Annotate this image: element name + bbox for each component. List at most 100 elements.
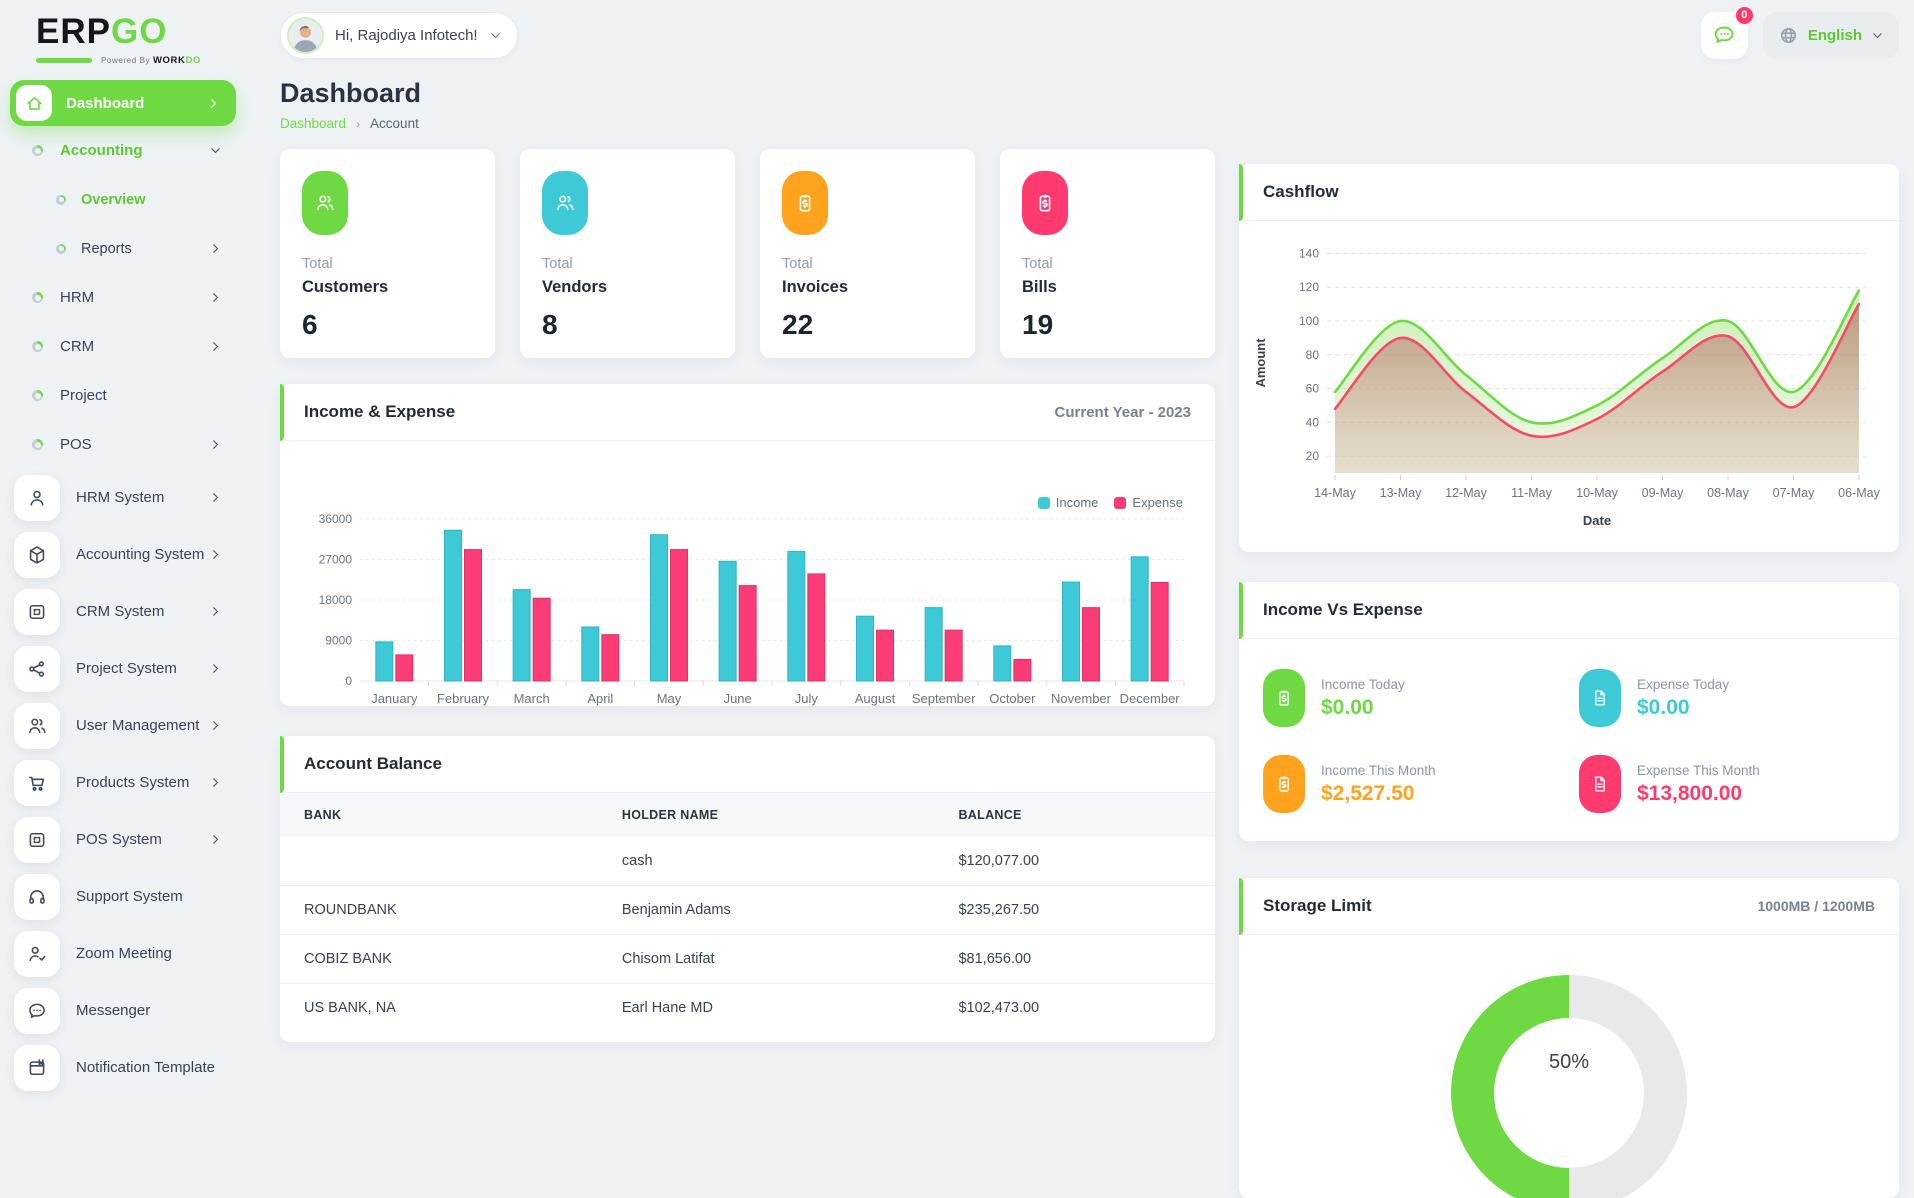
sidebar-item-accounting-system[interactable]: Accounting System (0, 526, 246, 583)
svg-text:08-May: 08-May (1707, 486, 1749, 500)
stat-card-bills: Total Bills 19 (1000, 149, 1215, 358)
chevron-down-icon (1871, 29, 1884, 42)
bar-income-july[interactable] (787, 550, 806, 682)
bar-expense-april[interactable] (601, 634, 620, 682)
bar-income-august[interactable] (856, 615, 874, 682)
bar-expense-may[interactable] (670, 549, 688, 682)
sidebar-item-support-system[interactable]: Support System (0, 868, 246, 925)
table-cell-bank: COBIZ BANK (280, 934, 598, 984)
bar-income-january[interactable] (375, 641, 394, 682)
sidebar-item-label: Project (60, 387, 107, 404)
logo-text: ERPGO (36, 12, 168, 51)
legend-item-income[interactable]: Income (1037, 495, 1099, 510)
sidebar-item-crm[interactable]: CRM (0, 322, 246, 371)
bar-income-june[interactable] (718, 560, 737, 682)
bar-expense-june[interactable] (738, 585, 757, 682)
sidebar-item-pos-system[interactable]: POS System (0, 811, 246, 868)
cashflow-title: Cashflow (1263, 182, 1339, 201)
language-selector[interactable]: English (1762, 11, 1899, 59)
sidebar-item-project[interactable]: Project (0, 371, 246, 420)
svg-text:100: 100 (1299, 314, 1319, 328)
sidebar-item-hrm-system[interactable]: HRM System (0, 469, 246, 526)
table-cell-holder: Chisom Latifat (597, 934, 935, 984)
bar-income-september[interactable] (924, 607, 943, 682)
ive-value: $2,527.50 (1321, 781, 1415, 805)
breadcrumb-dashboard-link[interactable]: Dashboard (280, 116, 346, 131)
ive-label: Income This Month (1321, 762, 1436, 778)
chevron-right-icon (209, 438, 222, 451)
bar-expense-july[interactable] (807, 573, 826, 682)
sidebar-item-messenger[interactable]: Messenger (0, 982, 246, 1039)
bar-income-may[interactable] (650, 534, 668, 682)
svg-text:August: August (855, 691, 896, 706)
legend-label: Income (1055, 495, 1099, 510)
sidebar-item-notification-template[interactable]: Notification Template (0, 1039, 246, 1096)
bar-income-april[interactable] (581, 626, 600, 682)
sidebar-item-label: User Management (76, 717, 200, 734)
user-avatar (287, 16, 324, 54)
bar-expense-march[interactable] (532, 597, 551, 682)
svg-text:April: April (587, 691, 613, 706)
bar-expense-february[interactable] (464, 549, 482, 682)
bar-expense-november[interactable] (1082, 607, 1100, 682)
sidebar-item-crm-system[interactable]: CRM System (0, 583, 246, 640)
sidebar-item-products-system[interactable]: Products System (0, 754, 246, 811)
svg-text:07-May: 07-May (1773, 486, 1815, 500)
bar-income-december[interactable] (1130, 556, 1149, 682)
bar-expense-august[interactable] (876, 629, 894, 682)
appwindow-icon (14, 816, 60, 863)
bar-expense-december[interactable] (1150, 581, 1169, 682)
users-icon (302, 171, 348, 235)
svg-text:80: 80 (1306, 348, 1320, 362)
bullet-ring-icon (32, 439, 43, 450)
user-menu-button[interactable]: Hi, Rajodiya Infotech! (280, 11, 518, 59)
bar-expense-october[interactable] (1013, 658, 1032, 682)
sidebar-item-project-system[interactable]: Project System (0, 640, 246, 697)
chart-legend: Income Expense (1037, 495, 1183, 510)
sidebar-item-dashboard[interactable]: Dashboard (10, 80, 236, 126)
stat-card-invoices: Total Invoices 22 (760, 149, 975, 358)
sidebar-item-reports[interactable]: Reports (0, 224, 246, 273)
sidebar-item-label: Accounting System (76, 546, 205, 563)
sidebar-item-label: Zoom Meeting (76, 945, 172, 962)
chevron-right-icon (209, 776, 222, 789)
sidebar-item-user-management[interactable]: User Management (0, 697, 246, 754)
template-icon (14, 1044, 60, 1091)
bullet-ring-icon (56, 243, 66, 254)
notifications-button[interactable]: 0 (1700, 4, 1755, 59)
box-icon (14, 531, 60, 578)
breadcrumb-separator-icon: › (356, 116, 361, 131)
bar-income-october[interactable] (993, 645, 1012, 682)
clipdollar-icon (1022, 171, 1068, 235)
chevron-down-icon (489, 29, 502, 42)
bar-expense-january[interactable] (395, 654, 414, 682)
account-balance-title: Account Balance (304, 754, 442, 773)
bar-income-february[interactable] (444, 529, 462, 682)
sidebar-item-pos[interactable]: POS (0, 420, 246, 469)
stat-value: 22 (782, 309, 814, 340)
sidebar-item-overview[interactable]: Overview (0, 175, 246, 224)
app-logo[interactable]: ERPGO Powered By WORKDO (0, 12, 246, 66)
bar-income-november[interactable] (1062, 581, 1080, 682)
bullet-ring-icon (32, 145, 43, 156)
bar-income-march[interactable] (512, 589, 531, 682)
svg-text:140: 140 (1299, 246, 1319, 260)
ive-item-expense-this-month: Expense This Month $13,800.00 (1579, 755, 1875, 813)
stat-caption: Total (542, 256, 573, 272)
storage-percent-label: 50% (1548, 1051, 1590, 1073)
legend-item-expense[interactable]: Expense (1114, 495, 1183, 510)
sidebar-item-zoom-meeting[interactable]: Zoom Meeting (0, 925, 246, 982)
legend-swatch (1037, 496, 1050, 509)
sidebar-item-accounting[interactable]: Accounting (0, 126, 246, 175)
table-cell-bank (280, 837, 598, 886)
bar-expense-september[interactable] (944, 629, 963, 682)
chevron-right-icon (209, 548, 222, 561)
sidebar-item-label: HRM System (76, 489, 165, 506)
svg-text:06-May: 06-May (1838, 486, 1880, 500)
ive-item-expense-today: Expense Today $0.00 (1579, 669, 1875, 727)
svg-text:60: 60 (1306, 382, 1320, 396)
globe-icon (1778, 25, 1799, 46)
logo-tagline: Powered By WORKDO (36, 55, 246, 66)
sidebar-item-hrm[interactable]: HRM (0, 273, 246, 322)
stat-caption: Total (782, 256, 813, 272)
